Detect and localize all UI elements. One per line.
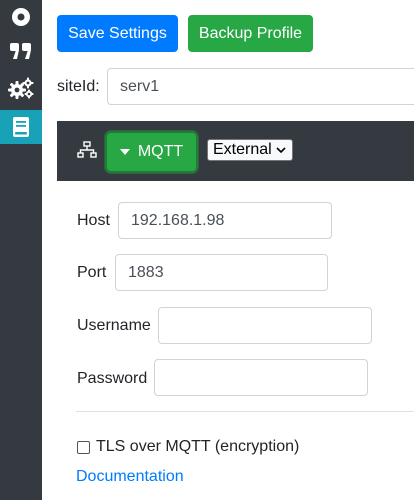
password-label: Password — [77, 370, 148, 387]
site-id-label: siteId: — [57, 78, 100, 95]
book-icon — [13, 117, 29, 137]
quote-icon — [10, 43, 31, 59]
save-settings-button[interactable]: Save Settings — [57, 15, 178, 52]
port-label: Port — [77, 264, 107, 281]
mqtt-toggle-button[interactable]: MQTT — [107, 133, 196, 171]
chevron-down-icon — [276, 147, 286, 154]
tls-label: TLS over MQTT (encryption) — [96, 438, 300, 455]
tls-checkbox[interactable] — [77, 441, 90, 454]
mqtt-button-label: MQTT — [137, 143, 184, 160]
sidebar-item-docs[interactable] — [0, 110, 42, 144]
sidebar-item-settings[interactable] — [0, 71, 42, 105]
mqtt-mode-value: External — [213, 141, 272, 158]
site-id-input[interactable]: serv1 — [107, 68, 414, 105]
host-input[interactable]: 192.168.1.98 — [118, 202, 332, 239]
caret-down-icon — [119, 149, 130, 155]
sidebar-item-record[interactable] — [0, 0, 42, 34]
host-label: Host — [77, 212, 110, 229]
sidebar — [0, 0, 42, 500]
mqtt-mode-select[interactable]: External — [207, 139, 293, 161]
record-icon — [12, 8, 30, 26]
backup-profile-button[interactable]: Backup Profile — [188, 15, 313, 52]
username-input[interactable] — [158, 307, 372, 344]
sitemap-icon — [77, 141, 97, 158]
divider — [76, 411, 414, 412]
username-label: Username — [77, 317, 151, 334]
port-input[interactable]: 1883 — [115, 254, 328, 291]
documentation-link[interactable]: Documentation — [76, 468, 184, 486]
cogs-icon — [8, 77, 34, 99]
password-input[interactable] — [154, 359, 368, 396]
sidebar-item-quote[interactable] — [0, 34, 42, 68]
